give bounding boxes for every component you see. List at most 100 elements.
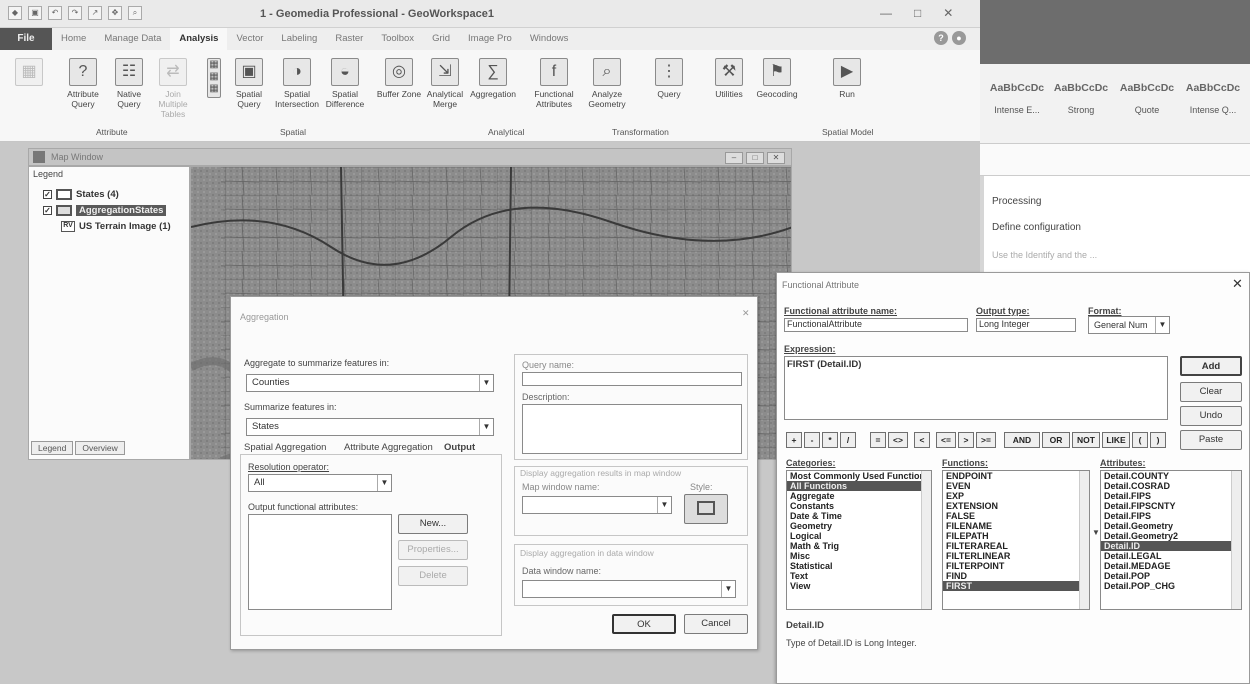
aggregation-button[interactable]: ∑ Aggregation [470, 58, 516, 99]
function-item[interactable]: FILENAME [943, 521, 1089, 531]
run-button[interactable]: ▶ Run [824, 58, 870, 99]
spatial-difference-button[interactable]: ◒ Spatial Difference [322, 58, 368, 109]
join-button[interactable]: ⇄ Join Multiple Tables [150, 58, 196, 119]
display-data-checkbox[interactable]: Display aggregation in data window [520, 548, 654, 558]
attribute-query-button[interactable]: ? Attribute Query [60, 58, 106, 109]
attribute-item[interactable]: Detail.FIPSCNTY [1101, 501, 1241, 511]
spatial-query-button[interactable]: ▣ Spatial Query [226, 58, 272, 109]
operator-multiply-button[interactable]: * [822, 432, 838, 448]
attribute-item[interactable]: Detail.POP_CHG [1101, 581, 1241, 591]
tab-labeling[interactable]: Labeling [272, 28, 326, 50]
scrollbar[interactable] [1079, 471, 1089, 609]
add-button[interactable]: Add [1180, 356, 1242, 376]
function-item[interactable]: FILTERLINEAR [943, 551, 1089, 561]
operator-close-paren-button[interactable]: ) [1150, 432, 1166, 448]
operator-open-paren-button[interactable]: ( [1132, 432, 1148, 448]
tab-manage-data[interactable]: Manage Data [95, 28, 170, 50]
tab-legend[interactable]: Legend [31, 441, 74, 455]
close-icon[interactable]: ✕ [767, 152, 785, 164]
fa-name-input[interactable]: FunctionalAttribute [784, 318, 968, 332]
info-icon[interactable]: ● [952, 31, 966, 45]
attribute-item[interactable]: Detail.MEDAGE [1101, 561, 1241, 571]
scrollbar[interactable] [921, 471, 931, 609]
maximize-icon[interactable]: □ [746, 152, 764, 164]
style-sample[interactable]: AaBbCcDc [1116, 82, 1178, 94]
style-sample[interactable]: AaBbCcDc [1050, 82, 1112, 94]
category-item[interactable]: All Functions [787, 481, 931, 491]
category-item[interactable]: Text [787, 571, 931, 581]
visibility-checkbox[interactable]: ✓ [43, 190, 52, 199]
file-menu-button[interactable]: File [0, 28, 52, 50]
tab-toolbox[interactable]: Toolbox [372, 28, 423, 50]
operator-greater-equal-button[interactable]: >= [976, 432, 996, 448]
tab-spatial-aggregation[interactable]: Spatial Aggregation [244, 442, 326, 453]
function-item[interactable]: FILEPATH [943, 531, 1089, 541]
pan-icon[interactable]: ✥ [108, 6, 122, 20]
small-tools[interactable]: ▦ ▦ ▦ [202, 58, 226, 101]
category-item[interactable]: Statistical [787, 561, 931, 571]
attribute-item[interactable]: Detail.COUNTY [1101, 471, 1241, 481]
query-button[interactable]: ⋮ Query [646, 58, 692, 99]
operator-less-button[interactable]: < [914, 432, 930, 448]
close-icon[interactable]: ✕ [1232, 276, 1243, 292]
category-item[interactable]: Aggregate [787, 491, 931, 501]
functions-chevron-icon[interactable]: ▼ [1092, 528, 1100, 537]
utilities-button[interactable]: ⚒ Utilities [706, 58, 752, 99]
operator-like-button[interactable]: LIKE [1102, 432, 1130, 448]
category-item[interactable]: Misc [787, 551, 931, 561]
tab-analysis[interactable]: Analysis [170, 28, 228, 50]
function-item[interactable]: FIND [943, 571, 1089, 581]
tab-attribute-aggregation[interactable]: Attribute Aggregation [344, 442, 433, 453]
ok-button[interactable]: OK [612, 614, 676, 634]
operator-and-button[interactable]: AND [1004, 432, 1040, 448]
tab-overview[interactable]: Overview [75, 441, 125, 455]
close-icon[interactable]: ✕ [742, 308, 750, 319]
help-icon[interactable]: ? [934, 31, 948, 45]
analytical-merge-button[interactable]: ⇲ Analytical Merge [422, 58, 468, 109]
clear-button[interactable]: Clear [1180, 382, 1242, 402]
functional-attributes-button[interactable]: f Functional Attributes [526, 58, 582, 109]
close-button[interactable]: ✕ [943, 6, 953, 20]
tab-output[interactable]: Output [444, 442, 475, 453]
query-name-input[interactable] [522, 372, 742, 386]
tab-raster[interactable]: Raster [326, 28, 372, 50]
style-swatch-button[interactable] [684, 494, 728, 524]
format-combo[interactable]: General Num ▼ [1088, 316, 1170, 334]
operator-or-button[interactable]: OR [1042, 432, 1070, 448]
expression-input[interactable]: FIRST (Detail.ID) [784, 356, 1168, 420]
attribute-item[interactable]: Detail.FIPS [1101, 511, 1241, 521]
data-window-name-combo[interactable]: ▼ [522, 580, 736, 598]
category-item[interactable]: Date & Time [787, 511, 931, 521]
functional-attributes-list[interactable] [248, 514, 392, 610]
output-type-combo[interactable]: Long Integer [976, 318, 1076, 332]
operator-minus-button[interactable]: - [804, 432, 820, 448]
function-item[interactable]: FALSE [943, 511, 1089, 521]
operator-greater-button[interactable]: > [958, 432, 974, 448]
legend-item[interactable]: RV US Terrain Image (1) [61, 221, 171, 232]
operator-plus-button[interactable]: + [786, 432, 802, 448]
tab-home[interactable]: Home [52, 28, 95, 50]
from-combo[interactable]: States ▼ [246, 418, 494, 436]
style-sample[interactable]: AaBbCcDc [986, 82, 1048, 94]
legend-item[interactable]: ✓ States (4) [43, 189, 119, 200]
native-query-button[interactable]: ☷ Native Query [106, 58, 152, 109]
delete-button[interactable]: Delete [398, 566, 468, 586]
analyze-geometry-button[interactable]: ⌕ Analyze Geometry [584, 58, 630, 109]
function-item[interactable]: EXP [943, 491, 1089, 501]
attribute-item[interactable]: Detail.COSRAD [1101, 481, 1241, 491]
category-item[interactable]: Geometry [787, 521, 931, 531]
legend-item[interactable]: ✓ AggregationStates [43, 205, 167, 216]
tab-grid[interactable]: Grid [423, 28, 459, 50]
function-item[interactable]: FIRST [943, 581, 1089, 591]
tab-vector[interactable]: Vector [227, 28, 272, 50]
attribute-item[interactable]: Detail.ID [1101, 541, 1241, 551]
functions-list[interactable]: ENDPOINT EVEN EXP EXTENSION FALSE FILENAME FIL… [942, 470, 1090, 610]
properties-button[interactable]: Properties... [398, 540, 468, 560]
tab-image-pro[interactable]: Image Pro [459, 28, 521, 50]
category-item[interactable]: Most Commonly Used Functions [787, 471, 931, 481]
operator-equal-button[interactable]: = [870, 432, 886, 448]
style-sample[interactable]: AaBbCcDc [1182, 82, 1244, 94]
minimize-button[interactable]: — [880, 6, 892, 20]
display-map-checkbox[interactable]: Display aggregation results in map windo… [520, 468, 681, 478]
attribute-item[interactable]: Detail.Geometry [1101, 521, 1241, 531]
